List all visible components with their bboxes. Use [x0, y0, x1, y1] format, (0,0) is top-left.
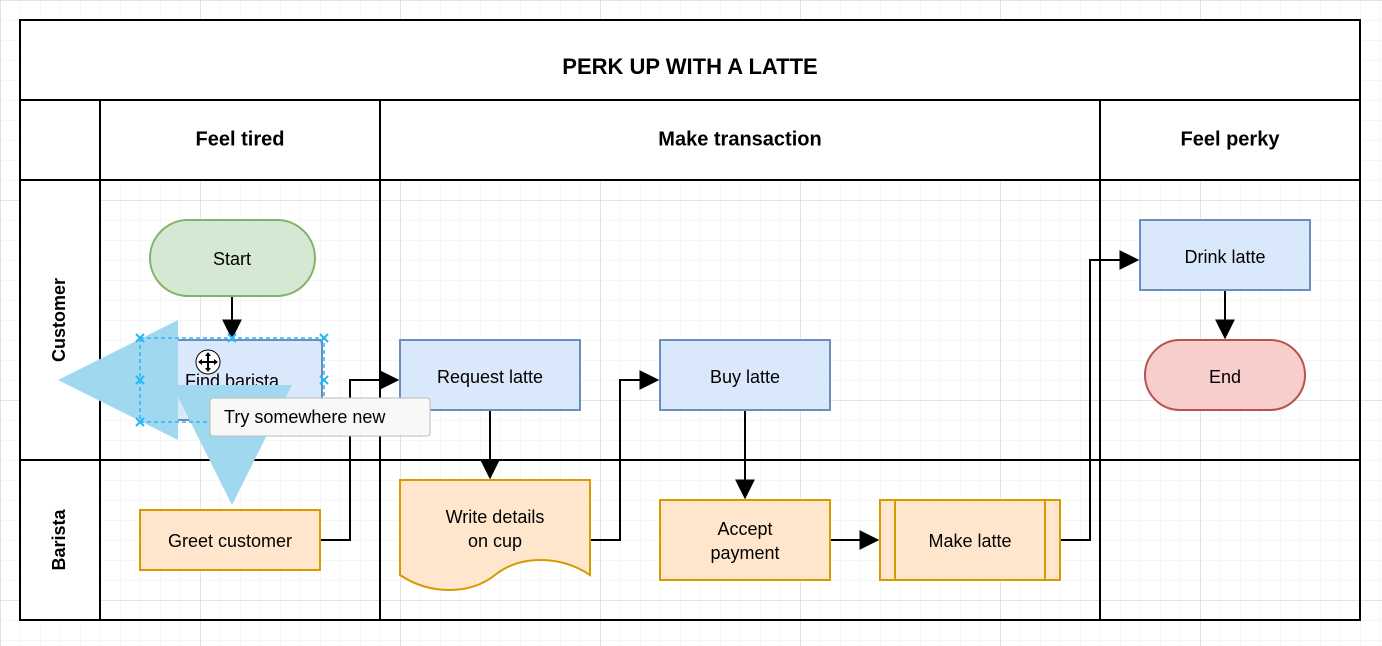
- node-end-label: End: [1209, 367, 1241, 387]
- lane-customer-label: Customer: [49, 278, 69, 362]
- lane-header-blank: [20, 100, 100, 180]
- node-write-details-label2: on cup: [468, 531, 522, 551]
- node-find-barista-label: Find barista: [185, 371, 280, 391]
- node-greet-customer-label: Greet customer: [168, 531, 292, 551]
- node-end[interactable]: End: [1145, 340, 1305, 410]
- node-accept-payment[interactable]: Accept payment: [660, 500, 830, 580]
- pool-title: PERK UP WITH A LATTE: [562, 54, 817, 79]
- node-request-latte-label: Request latte: [437, 367, 543, 387]
- phase-feel-perky-label: Feel perky: [1181, 128, 1281, 150]
- node-make-latte-label: Make latte: [928, 531, 1011, 551]
- phase-make-transaction-label: Make transaction: [658, 128, 821, 150]
- node-buy-latte[interactable]: Buy latte: [660, 340, 830, 410]
- move-cursor-icon: [196, 350, 220, 374]
- tooltip: Try somewhere new: [210, 398, 430, 436]
- node-drink-latte-label: Drink latte: [1184, 247, 1265, 267]
- node-start[interactable]: Start: [150, 220, 315, 296]
- node-accept-payment-label1: Accept: [717, 519, 772, 539]
- node-buy-latte-label: Buy latte: [710, 367, 780, 387]
- phase-feel-tired-label: Feel tired: [196, 128, 285, 150]
- tooltip-text: Try somewhere new: [224, 407, 386, 427]
- lane-barista-label: Barista: [49, 508, 69, 570]
- node-greet-customer[interactable]: Greet customer: [140, 510, 320, 570]
- node-accept-payment-label2: payment: [710, 543, 779, 563]
- node-write-details-label1: Write details: [446, 507, 545, 527]
- node-start-label: Start: [213, 249, 251, 269]
- node-drink-latte[interactable]: Drink latte: [1140, 220, 1310, 290]
- node-make-latte[interactable]: Make latte: [880, 500, 1060, 580]
